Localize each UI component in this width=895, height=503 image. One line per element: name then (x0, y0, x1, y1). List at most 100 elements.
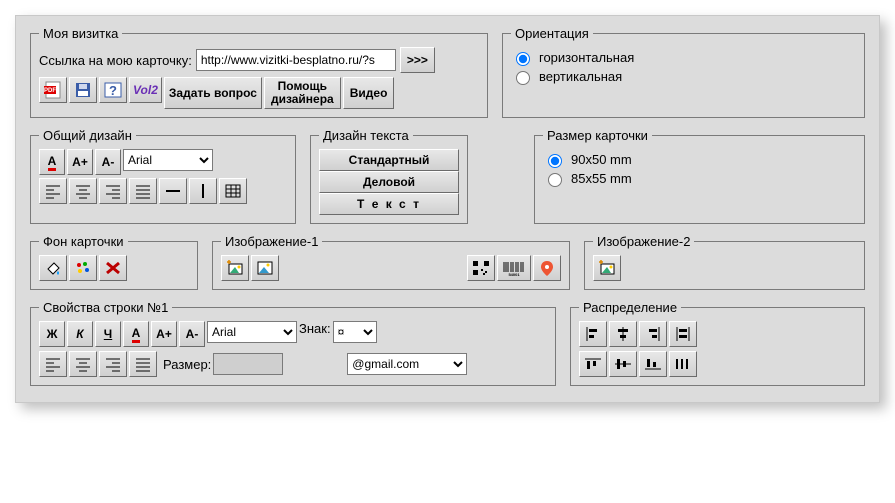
designer-help-button[interactable]: Помощь дизайнера (264, 77, 341, 109)
vol2-button[interactable]: Vol2 (129, 77, 162, 103)
palette-button[interactable] (69, 255, 97, 281)
image-pick-icon (255, 259, 275, 277)
barcode-icon: 54001 (501, 259, 527, 277)
grid-button[interactable] (219, 178, 247, 204)
dist-hcenter-button[interactable] (609, 321, 637, 347)
go-button[interactable]: >>> (400, 47, 435, 73)
fill-button[interactable] (39, 255, 67, 281)
size-85x55-radio[interactable] (548, 173, 562, 187)
dist-bottom-icon (643, 355, 663, 373)
align-justify-icon (133, 355, 153, 373)
general-design-group: Общий дизайн A A+ A- Arial (30, 128, 296, 224)
image2-add-button[interactable] (593, 255, 621, 281)
font-smaller-button[interactable]: A- (95, 149, 121, 175)
video-button[interactable]: Видео (343, 77, 395, 109)
char-label: Знак: (299, 321, 331, 347)
align-left-button[interactable] (39, 178, 67, 204)
location-icon (537, 259, 557, 277)
dist-spacing-button[interactable] (669, 351, 697, 377)
align-center-button[interactable] (69, 178, 97, 204)
svg-text:54001: 54001 (508, 272, 520, 277)
underline-button[interactable]: Ч (95, 321, 121, 347)
distribution-legend: Распределение (579, 300, 681, 315)
bold-button[interactable]: Ж (39, 321, 65, 347)
location-button[interactable] (533, 255, 561, 281)
style-standard-button[interactable]: Стандартный (319, 149, 459, 171)
dist-top-button[interactable] (579, 351, 607, 377)
size-input[interactable] (213, 353, 283, 375)
orientation-horizontal-label: горизонтальная (539, 50, 634, 65)
orientation-horizontal-radio[interactable] (516, 52, 530, 66)
dist-vcenter-button[interactable] (609, 351, 637, 377)
line1-font-color-A: A (132, 326, 141, 343)
editor-panel: Моя визитка Ссылка на мою карточку: >>> … (15, 15, 880, 403)
image1-pick-button[interactable] (251, 255, 279, 281)
dist-right-button[interactable] (639, 321, 667, 347)
horizontal-rule-button[interactable] (159, 178, 187, 204)
line1-align-right-button[interactable] (99, 351, 127, 377)
qr-icon (471, 259, 491, 277)
dist-spacing-icon (673, 355, 693, 373)
image-add-icon (597, 259, 617, 277)
orientation-vertical[interactable]: вертикальная (511, 68, 856, 85)
dist-vcenter-icon (613, 355, 633, 373)
line1-font-color-button[interactable]: A (123, 321, 149, 347)
pdf-button[interactable]: PDF (39, 77, 67, 103)
line1-font-smaller-button[interactable]: A- (179, 321, 205, 347)
card-size-group: Размер карточки 90x50 mm 85x55 mm (534, 128, 865, 224)
card-background-legend: Фон карточки (39, 234, 128, 249)
image1-add-button[interactable] (221, 255, 249, 281)
delete-background-button[interactable] (99, 255, 127, 281)
svg-text:?: ? (109, 83, 117, 98)
ask-question-button[interactable]: Задать вопрос (164, 77, 262, 109)
font-family-select[interactable]: Arial (123, 149, 213, 171)
orientation-horizontal[interactable]: горизонтальная (511, 49, 856, 66)
link-input[interactable] (196, 49, 396, 71)
fill-icon (43, 259, 63, 277)
text-design-legend: Дизайн текста (319, 128, 413, 143)
line1-align-left-button[interactable] (39, 351, 67, 377)
align-right-button[interactable] (99, 178, 127, 204)
email-domain-select[interactable]: @gmail.com (347, 353, 467, 375)
qr-button[interactable] (467, 255, 495, 281)
style-text-button[interactable]: Т е к с т (319, 193, 459, 215)
barcode-button[interactable]: 54001 (497, 255, 531, 281)
line1-align-center-button[interactable] (69, 351, 97, 377)
align-justify-button[interactable] (129, 178, 157, 204)
vertical-rule-icon (193, 182, 213, 200)
size-90x50[interactable]: 90x50 mm (543, 151, 856, 168)
char-select[interactable]: ¤ (333, 321, 377, 343)
my-card-legend: Моя визитка (39, 26, 122, 41)
align-right-icon (103, 182, 123, 200)
line1-properties-legend: Свойства строки №1 (39, 300, 172, 315)
dist-left-button[interactable] (579, 321, 607, 347)
size-85x55[interactable]: 85x55 mm (543, 170, 856, 187)
save-button[interactable] (69, 77, 97, 103)
align-center-icon (73, 355, 93, 373)
my-card-group: Моя визитка Ссылка на мою карточку: >>> … (30, 26, 488, 118)
style-business-button[interactable]: Деловой (319, 171, 459, 193)
italic-button[interactable]: К (67, 321, 93, 347)
line1-properties-group: Свойства строки №1 Ж К Ч A A+ A- Arial З… (30, 300, 556, 386)
font-bigger-button[interactable]: A+ (67, 149, 93, 175)
dist-bottom-button[interactable] (639, 351, 667, 377)
orientation-vertical-radio[interactable] (516, 71, 530, 85)
line1-align-justify-button[interactable] (129, 351, 157, 377)
orientation-legend: Ориентация (511, 26, 593, 41)
help-icon: ? (103, 81, 123, 99)
dist-justify-icon (673, 325, 693, 343)
image-1-legend: Изображение-1 (221, 234, 322, 249)
line1-font-family-select[interactable]: Arial (207, 321, 297, 343)
size-90x50-radio[interactable] (548, 154, 562, 168)
dist-right-icon (643, 325, 663, 343)
link-label: Ссылка на мою карточку: (39, 53, 192, 68)
font-color-button[interactable]: A (39, 149, 65, 175)
vertical-rule-button[interactable] (189, 178, 217, 204)
dist-left-icon (583, 325, 603, 343)
help-button[interactable]: ? (99, 77, 127, 103)
size-label: Размер: (163, 357, 211, 372)
pdf-icon: PDF (43, 81, 63, 99)
card-background-group: Фон карточки (30, 234, 198, 290)
line1-font-bigger-button[interactable]: A+ (151, 321, 177, 347)
dist-justify-button[interactable] (669, 321, 697, 347)
